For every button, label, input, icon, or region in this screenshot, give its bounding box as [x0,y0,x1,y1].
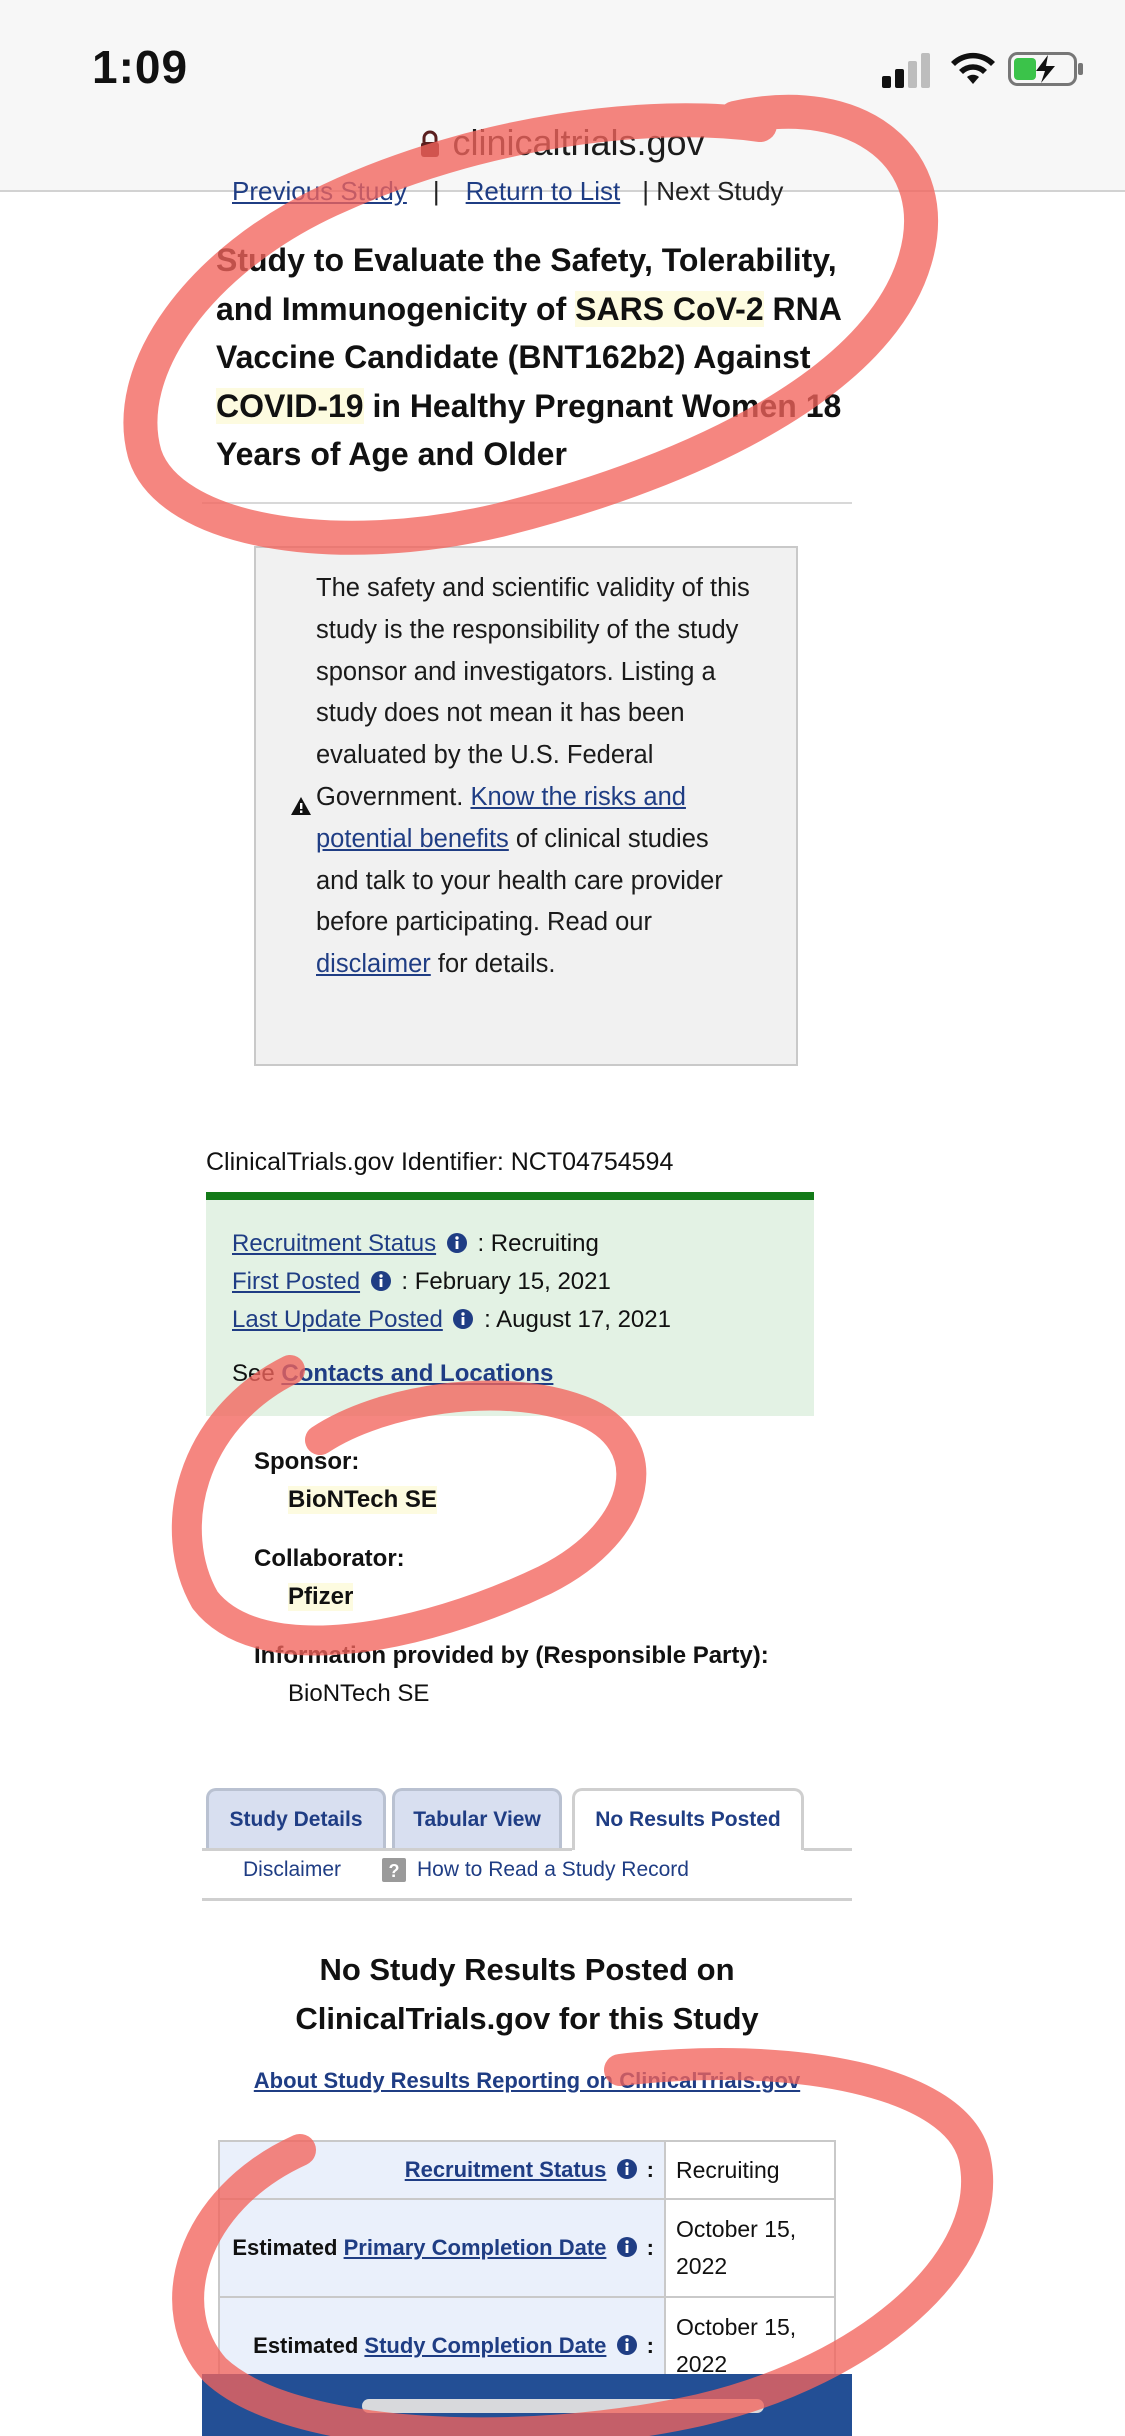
signal-icon [882,53,930,88]
primary-completion-date-link[interactable]: Primary Completion Date [344,2235,607,2260]
disclaimer-tab-link[interactable]: Disclaimer [243,1858,341,1882]
tabs-baseline-left [202,1848,572,1851]
tab-tabular-view[interactable]: Tabular View [392,1788,562,1850]
how-to-read-link[interactable]: How to Read a Study Record [417,1858,689,1882]
first-posted-link[interactable]: First Posted [232,1268,360,1295]
collaborator-label: Collaborator: [254,1545,405,1572]
status-time: 1:09 [92,41,189,93]
last-update-link[interactable]: Last Update Posted [232,1306,443,1333]
disclaimer-box: The safety and scientific validity of th… [254,546,798,1066]
contacts-line: See Contacts and Locations [232,1360,553,1388]
study-title: Study to Evaluate the Safety, Tolerabili… [216,236,856,479]
status-bar: 1:09 [0,0,1125,120]
collaborator-value: Pfizer [288,1583,354,1611]
info-icon[interactable] [453,1309,474,1329]
study-navigation: Previous Study | Return to List | Next Stud… [232,176,783,207]
contacts-locations-link[interactable]: Contacts and Locations [281,1360,553,1387]
info-icon[interactable] [370,1271,391,1291]
recruitment-status-line: Recruitment Status : Recruiting [232,1230,599,1258]
url-display[interactable]: clinicaltrials.gov [0,122,1125,164]
url-text: clinicaltrials.gov [452,122,705,163]
disclaimer-text-1: The safety and scientific validity of th… [316,574,750,811]
info-icon[interactable] [616,2335,637,2355]
lock-icon [421,130,440,157]
recruitment-status-table-link[interactable]: Recruitment Status [405,2157,607,2182]
home-indicator[interactable] [362,2399,764,2413]
warning-icon [291,797,311,815]
study-identifier: ClinicalTrials.gov Identifier: NCT047545… [206,1148,674,1176]
disclaimer-text: The safety and scientific validity of th… [316,568,756,986]
row-prefix: Estimated [253,2333,365,2358]
sponsor-value: BioNTech SE [288,1486,437,1514]
next-study-text: | Next Study [642,176,784,206]
tabs-divider [202,1898,852,1901]
sponsor-label: Sponsor: [254,1448,360,1475]
info-icon[interactable] [616,2237,637,2257]
first-posted-value: : February 15, 2021 [401,1268,611,1295]
table-row: Recruitment Status : Recruiting [218,2140,836,2200]
return-to-list-link[interactable]: Return to List [466,176,621,206]
results-title: No Study Results Posted on ClinicalTrial… [295,1952,759,2036]
info-icon[interactable] [616,2159,637,2179]
table-value-cell: Recruiting [664,2140,836,2200]
battery-charging-icon [1008,52,1083,86]
tab-no-results-posted[interactable]: No Results Posted [572,1788,804,1850]
row-prefix: Estimated [232,2235,344,2260]
study-completion-date-link[interactable]: Study Completion Date [364,2333,606,2358]
previous-study-link[interactable]: Previous Study [232,176,407,206]
recruitment-status-link[interactable]: Recruitment Status [232,1230,436,1257]
first-posted-line: First Posted : February 15, 2021 [232,1268,611,1296]
results-table: Recruitment Status : Recruiting Estimate… [218,2140,836,2396]
help-icon[interactable]: ? [382,1858,406,1882]
disclaimer-text-3: for details. [430,950,556,979]
title-highlight-2: COVID-19 [216,387,364,424]
last-update-line: Last Update Posted : August 17, 2021 [232,1306,671,1334]
title-divider [202,502,852,504]
info-icon[interactable] [446,1233,467,1253]
wifi-icon [951,52,995,84]
disclaimer-link[interactable]: disclaimer [316,950,431,978]
about-results-link[interactable]: About Study Results Reporting on Clinica… [254,2068,800,2093]
nav-separator: | [432,176,440,206]
about-results-line: About Study Results Reporting on Clinica… [202,2068,852,2094]
table-label-cell: Recruitment Status : [218,2140,666,2200]
table-row: Estimated Primary Completion Date : Octo… [218,2198,836,2298]
row-colon: : [640,2235,654,2260]
responsible-party-value: BioNTech SE [288,1680,430,1707]
title-highlight-1: SARS CoV-2 [575,290,764,327]
recruitment-status-value: : Recruiting [477,1230,599,1257]
table-value-cell: October 15, 2022 [664,2198,836,2298]
recruitment-status-box: Recruitment Status : Recruiting First Po… [206,1192,814,1416]
tab-study-details[interactable]: Study Details [206,1788,386,1850]
see-text: See [232,1360,282,1387]
last-update-value: : August 17, 2021 [484,1306,671,1333]
row-colon: : [640,2157,654,2182]
row-colon: : [640,2333,654,2358]
table-label-cell: Estimated Primary Completion Date : [218,2198,666,2298]
svg-text:?: ? [389,1861,400,1881]
responsible-party-label: Information provided by (Responsible Par… [254,1642,769,1669]
tabs-baseline-right [804,1848,852,1851]
